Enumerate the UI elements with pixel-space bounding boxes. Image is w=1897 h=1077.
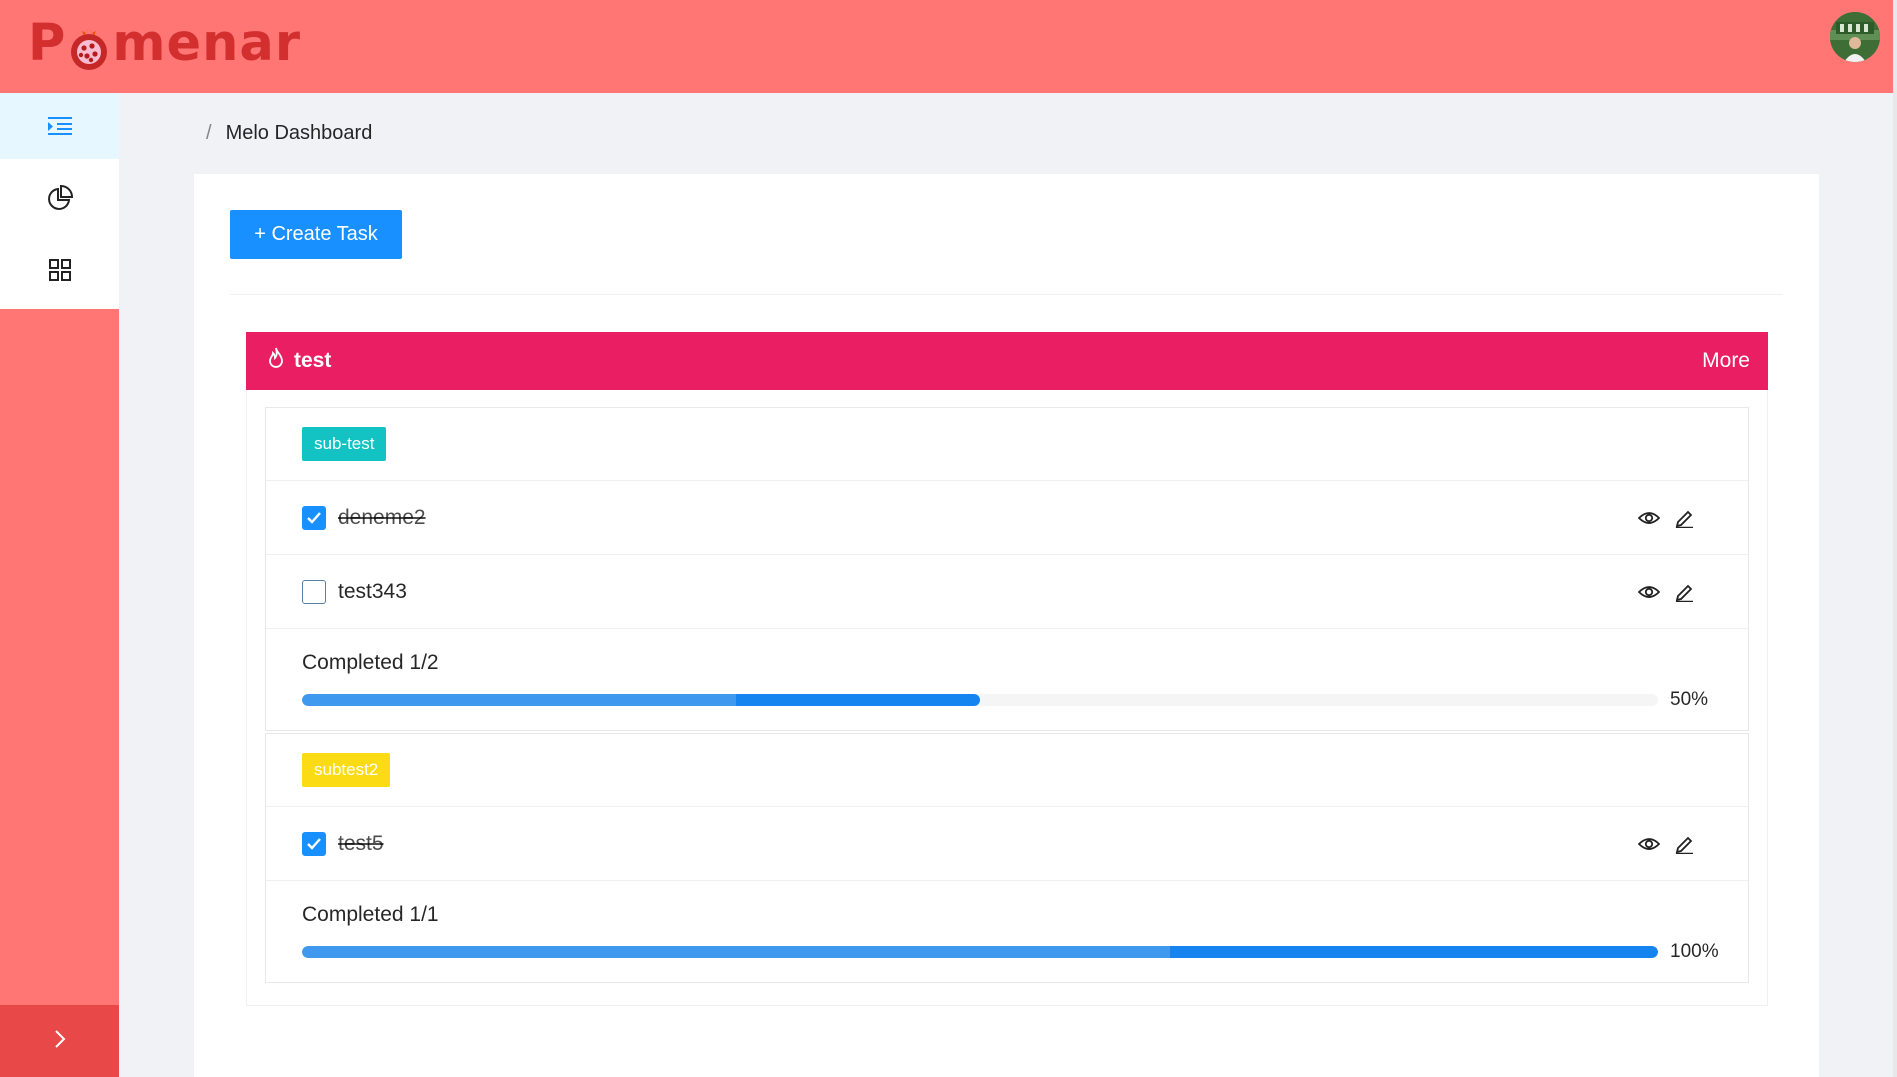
logo[interactable]: P menar (28, 14, 301, 74)
appstore-grid-icon (48, 259, 71, 281)
progress-row: Completed 1/2 50% (266, 629, 1748, 730)
task-group: subtest2 test5 Completed 1/1 100% (265, 733, 1749, 983)
task-name: test343 (338, 579, 407, 603)
task-checkbox[interactable] (302, 579, 326, 604)
task-actions (1638, 508, 1694, 528)
sidebar-collapse-button[interactable] (0, 1005, 119, 1077)
breadcrumb: / Melo Dashboard (206, 122, 372, 145)
progress-row: Completed 1/1 100% (266, 881, 1748, 982)
group-tag[interactable]: sub-test (302, 427, 387, 461)
more-link[interactable]: More (1702, 349, 1750, 373)
logo-text-end: menar (112, 14, 301, 73)
task-actions (1638, 582, 1694, 602)
breadcrumb-separator: / (206, 122, 212, 144)
eye-icon[interactable] (1638, 584, 1660, 600)
task-row: test5 (266, 807, 1748, 881)
task-checkbox[interactable] (302, 505, 326, 530)
board-card-header: test More (246, 332, 1768, 390)
progress-percent: 100% (1670, 941, 1719, 962)
create-task-button[interactable]: + Create Task (230, 210, 402, 259)
app-header: P menar (0, 0, 1897, 93)
pomegranate-icon (68, 25, 110, 70)
divider (230, 294, 1783, 295)
logo-text-start: P (28, 14, 67, 73)
pie-chart-icon (47, 185, 73, 211)
board-title-text: test (294, 349, 332, 372)
progress-track (302, 694, 1658, 706)
fire-icon (266, 347, 286, 375)
progress-fill (302, 946, 1658, 958)
group-tag-row: sub-test (266, 408, 1748, 481)
progress-fill (302, 694, 980, 706)
progress-bar: 50% (302, 689, 1748, 711)
task-actions (1638, 834, 1694, 854)
board-title: test (266, 347, 331, 375)
progress-bar: 100% (302, 941, 1748, 963)
task-group: sub-test deneme2 test343 Completed 1/2 5… (265, 407, 1749, 731)
group-tag[interactable]: subtest2 (302, 753, 391, 787)
avatar[interactable] (1830, 12, 1880, 62)
task-row: deneme2 (266, 481, 1748, 555)
task-checkbox[interactable] (302, 831, 326, 856)
sidebar (0, 93, 119, 1077)
board-card: test More sub-test deneme2 test343 Compl… (246, 332, 1768, 1006)
eye-icon[interactable] (1638, 510, 1660, 526)
main-content: + Create Task test More sub-test deneme2… (194, 174, 1819, 1077)
sidebar-menu (0, 93, 119, 309)
progress-percent: 50% (1670, 689, 1709, 710)
task-row: test343 (266, 555, 1748, 629)
sidebar-item-reports[interactable] (0, 165, 119, 231)
breadcrumb-current[interactable]: Melo Dashboard (226, 122, 373, 145)
completed-count: Completed 1/2 (302, 651, 439, 674)
progress-track (302, 946, 1658, 958)
edit-icon[interactable] (1674, 582, 1694, 602)
sidebar-item-apps[interactable] (0, 237, 119, 303)
chevron-right-icon (53, 1029, 67, 1054)
window-scrollbar[interactable] (1893, 0, 1897, 1077)
task-name: test5 (338, 831, 384, 855)
completed-count: Completed 1/1 (302, 903, 439, 926)
sidebar-item-tasks[interactable] (0, 93, 119, 159)
eye-icon[interactable] (1638, 836, 1660, 852)
menu-list-icon (47, 115, 73, 137)
task-name: deneme2 (338, 505, 426, 529)
edit-icon[interactable] (1674, 834, 1694, 854)
group-tag-row: subtest2 (266, 734, 1748, 807)
edit-icon[interactable] (1674, 508, 1694, 528)
